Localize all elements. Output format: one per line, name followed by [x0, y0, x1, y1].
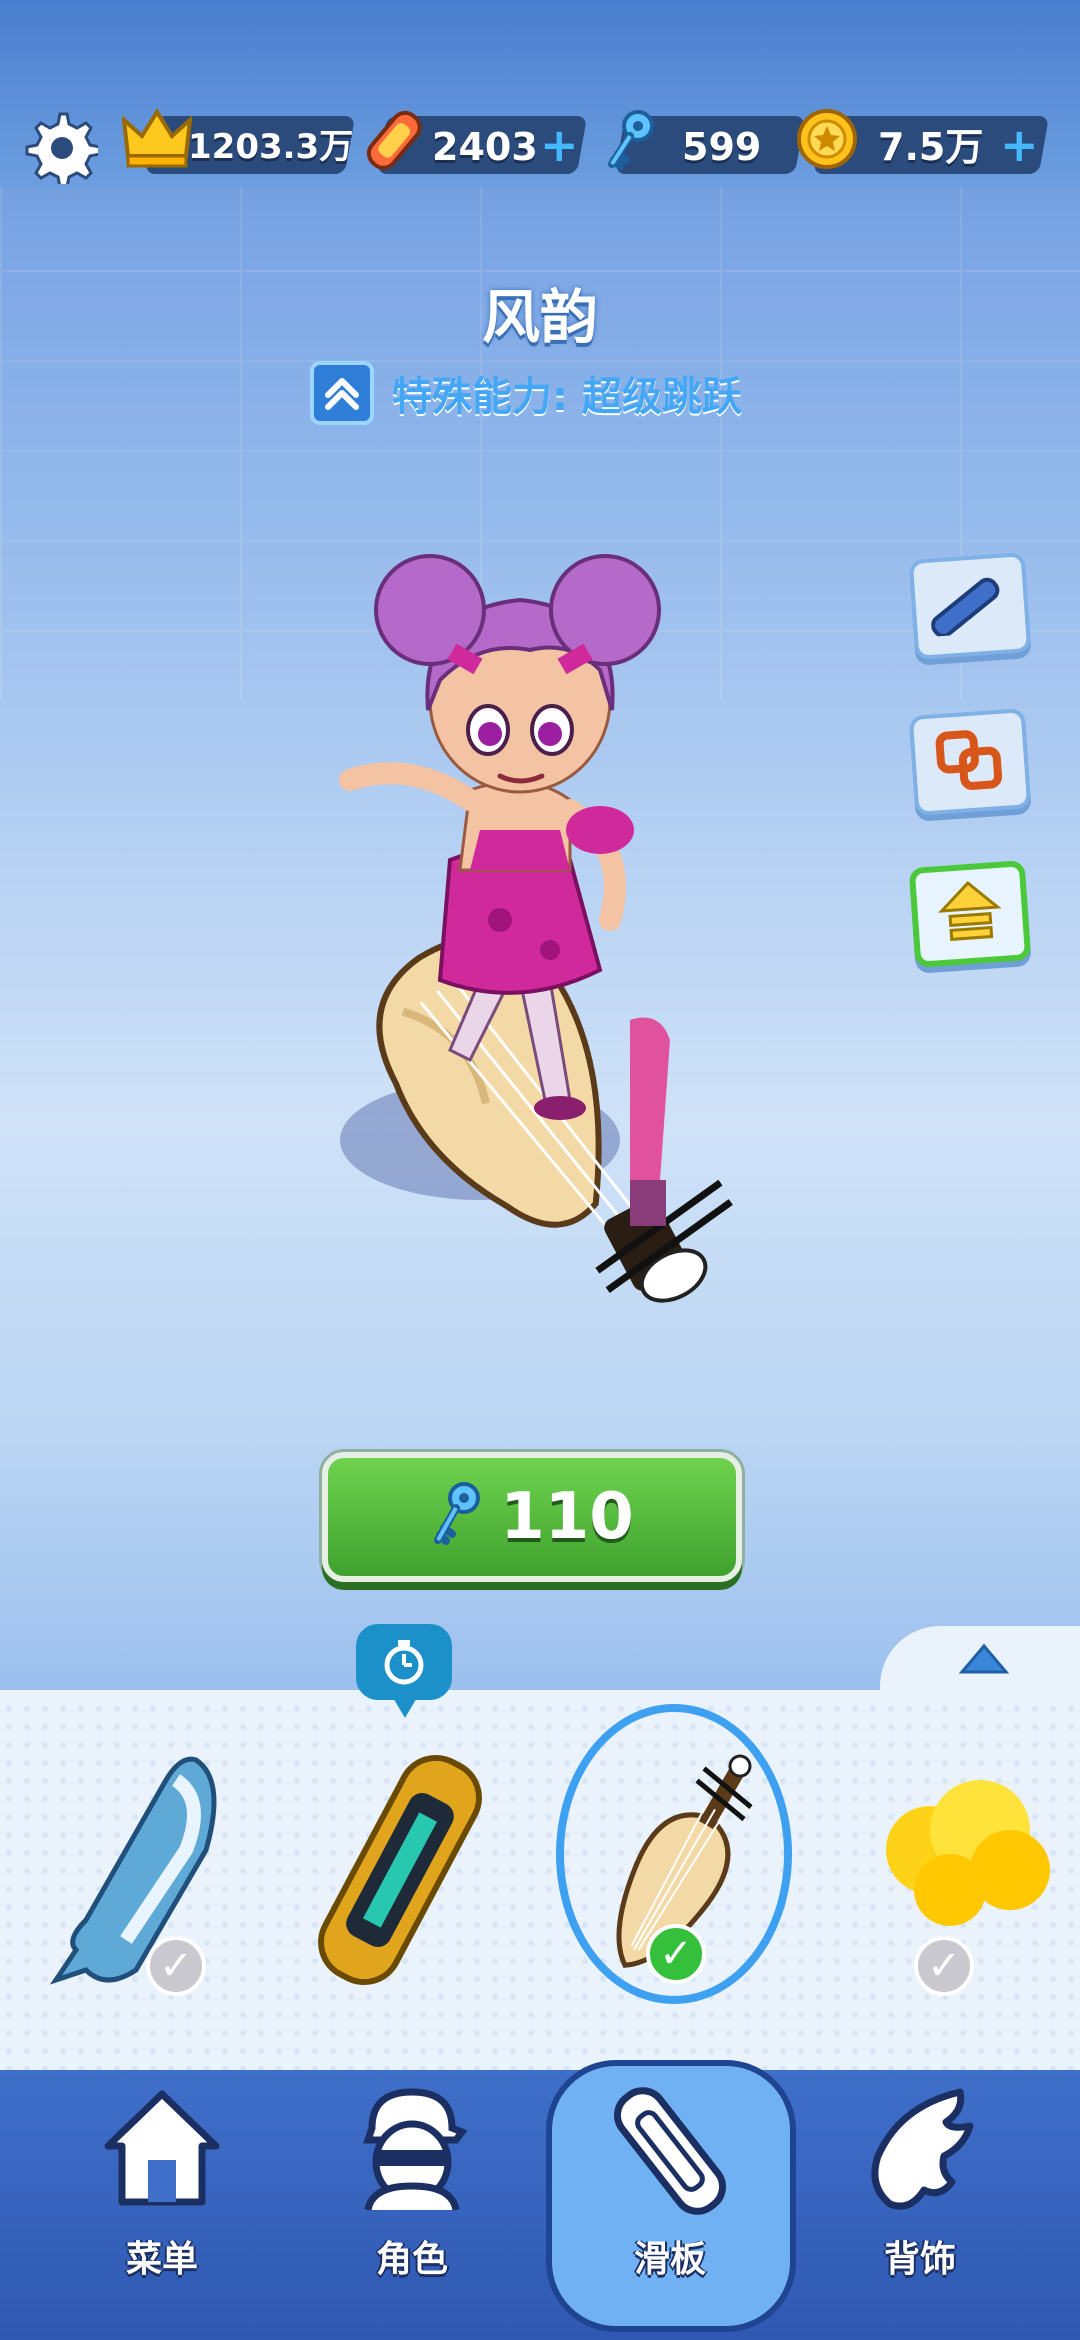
nav-item-character[interactable]: 角色 — [312, 2082, 512, 2312]
equipped-check-icon: ✓ — [646, 1924, 706, 1984]
board-icon — [928, 571, 1012, 640]
stopwatch-icon — [356, 1624, 452, 1718]
character-on-board — [330, 540, 770, 1340]
home-icon — [98, 2082, 226, 2216]
wings-icon — [860, 2086, 980, 2220]
boards-value: 2403 — [432, 125, 538, 169]
owned-check-icon: ✓ — [146, 1936, 206, 1996]
ability-row: 特殊能力: 超级跳跃 — [310, 358, 742, 428]
keys-value: 599 — [682, 125, 762, 169]
combo-button[interactable] — [908, 708, 1032, 816]
board-item-whale[interactable]: ✓ — [46, 1740, 246, 2000]
crown-value: 1203.3万 — [188, 127, 354, 167]
upgrade-button[interactable] — [908, 860, 1032, 968]
nav-label: 背饰 — [883, 2239, 956, 2280]
nav-item-hoverboard[interactable]: 滑板 — [570, 2082, 770, 2312]
link-icon — [933, 726, 1008, 799]
ability-label: 特殊能力: 超级跳跃 — [392, 374, 742, 420]
coins-value: 7.5万 — [878, 125, 984, 169]
upgrade-arrow-icon — [936, 877, 1005, 951]
owned-check-icon: ✓ — [914, 1936, 974, 1996]
triangle-up-icon[interactable] — [956, 1640, 1012, 1680]
nav-label: 菜单 — [125, 2239, 198, 2280]
crown-icon — [121, 106, 193, 174]
gear-icon[interactable] — [22, 108, 102, 189]
buy-price: 110 — [500, 1480, 634, 1554]
hoverboard-icon — [610, 2086, 730, 2220]
nav-item-backpack[interactable]: 背饰 — [820, 2082, 1020, 2312]
buy-button[interactable]: 110 — [322, 1452, 742, 1582]
character-icon — [352, 2082, 472, 2216]
nav-item-menu[interactable]: 菜单 — [62, 2082, 262, 2312]
board-item-cloud[interactable]: ✓ — [870, 1740, 1070, 2000]
key-icon — [430, 1480, 486, 1554]
key-icon — [604, 108, 660, 178]
add-boards-button[interactable]: + — [540, 122, 579, 168]
board-name: 风韵 — [481, 283, 598, 351]
add-coins-button[interactable]: + — [1000, 122, 1039, 168]
double-chevron-up-icon — [310, 361, 374, 425]
board-item-golden[interactable] — [300, 1740, 500, 2000]
nav-label: 滑板 — [633, 2239, 706, 2280]
board-item-pipa[interactable]: ✓ — [580, 1740, 780, 2000]
board-view-button[interactable] — [908, 552, 1032, 660]
coin-icon — [796, 108, 858, 174]
nav-label: 角色 — [375, 2239, 448, 2280]
hoverboard-icon — [362, 108, 428, 178]
